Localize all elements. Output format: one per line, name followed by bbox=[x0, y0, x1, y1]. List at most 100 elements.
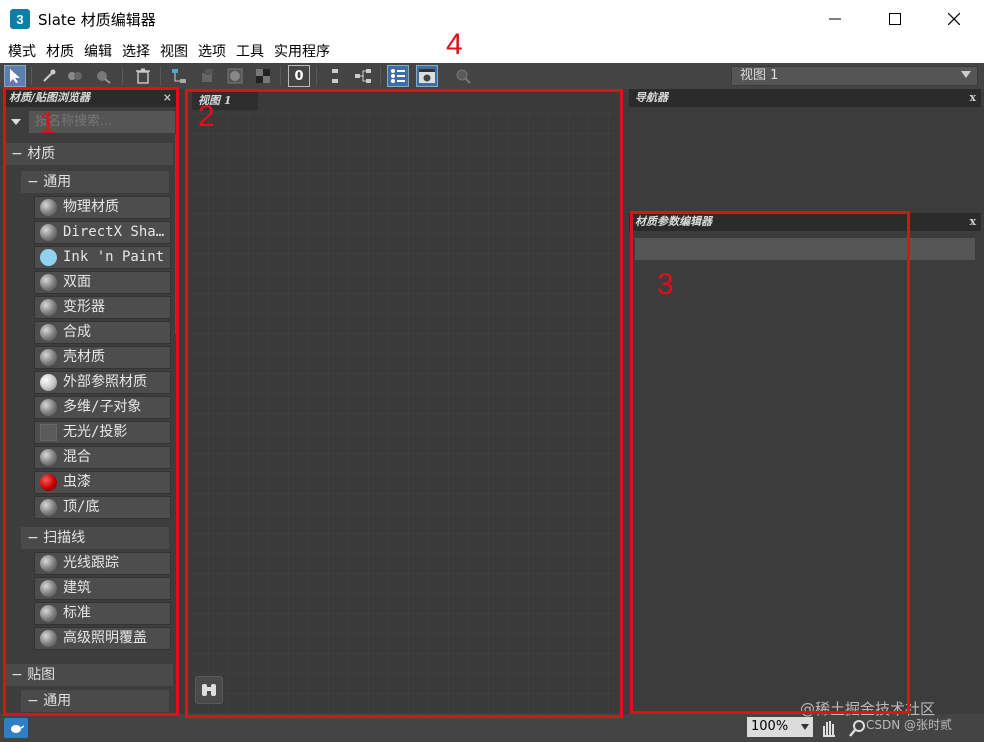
list-item-top-bottom[interactable]: 顶/底 bbox=[34, 496, 171, 519]
zoom-button[interactable] bbox=[848, 718, 868, 742]
list-item-matte-shadow[interactable]: 无光/投影 bbox=[34, 421, 171, 444]
item-label: 双面 bbox=[63, 274, 91, 290]
navigator-close-icon[interactable]: x bbox=[969, 89, 976, 107]
checker-background-icon bbox=[256, 69, 270, 83]
material-sphere-icon bbox=[40, 630, 57, 647]
material-sphere-icon bbox=[40, 349, 57, 366]
view-dropdown-value: 视图 1 bbox=[740, 68, 779, 83]
list-item-xref-material[interactable]: 外部参照材质 bbox=[34, 371, 171, 394]
maximize-icon bbox=[889, 13, 901, 25]
browser-close-icon[interactable]: × bbox=[163, 89, 172, 107]
pick-material-button[interactable] bbox=[92, 65, 114, 87]
window-title: Slate 材质编辑器 bbox=[38, 10, 156, 29]
list-item-advanced-lighting-override[interactable]: 高级照明覆盖 bbox=[34, 627, 171, 650]
pan-button[interactable] bbox=[820, 718, 838, 742]
layout-tree-icon bbox=[355, 69, 371, 83]
list-item-physical-material[interactable]: 物理材质 bbox=[34, 196, 171, 219]
menu-mode[interactable]: 模式 bbox=[4, 41, 40, 61]
layout-vertical-button[interactable] bbox=[324, 65, 346, 87]
list-item-blend[interactable]: 混合 bbox=[34, 446, 171, 469]
material-sphere-icon bbox=[40, 224, 57, 241]
item-label: 无光/投影 bbox=[63, 424, 128, 440]
material-sphere-icon bbox=[40, 399, 57, 416]
material-sphere-icon bbox=[40, 555, 57, 572]
select-by-material-button[interactable] bbox=[452, 65, 474, 87]
navigator-panel: 导航器 x bbox=[629, 89, 981, 209]
assign-material-icon bbox=[68, 72, 82, 80]
menu-options[interactable]: 选项 bbox=[194, 41, 230, 61]
navigator-binoculars-button[interactable] bbox=[195, 676, 223, 704]
zoom-dropdown[interactable]: 100% bbox=[747, 717, 813, 737]
list-item-shell-material[interactable]: 壳材质 bbox=[34, 346, 171, 369]
group-scanline[interactable]: − 扫描线 bbox=[21, 527, 169, 549]
show-shaded-button[interactable] bbox=[224, 65, 246, 87]
delete-button[interactable] bbox=[132, 65, 154, 87]
list-item-ink-n-paint[interactable]: Ink 'n Paint bbox=[34, 246, 171, 269]
minimize-button[interactable] bbox=[810, 0, 860, 38]
menu-view[interactable]: 视图 bbox=[156, 41, 192, 61]
teapot-icon[interactable] bbox=[4, 718, 28, 738]
chevron-down-icon bbox=[961, 71, 971, 78]
browser-title-bar: 材质/贴图浏览器 × bbox=[3, 89, 177, 107]
material-browser-toggle[interactable] bbox=[387, 65, 409, 87]
show-background-button[interactable] bbox=[252, 65, 274, 87]
hide-unused-icon bbox=[202, 69, 213, 82]
select-tool-button[interactable] bbox=[4, 65, 26, 87]
param-editor-title: 材质参数编辑器 bbox=[635, 215, 712, 228]
assign-material-button[interactable] bbox=[64, 65, 86, 87]
list-item-standard[interactable]: 标准 bbox=[34, 602, 171, 625]
param-editor-close-icon[interactable]: x bbox=[969, 213, 976, 231]
browser-search bbox=[5, 111, 175, 133]
material-sphere-icon bbox=[40, 274, 57, 291]
slate-material-editor-window: 3 Slate 材质编辑器 模式 材质 编辑 选择 视图 选项 工具 实用程序 bbox=[0, 0, 984, 742]
hide-unused-button[interactable] bbox=[196, 65, 218, 87]
view-dropdown[interactable]: 视图 1 bbox=[731, 66, 978, 86]
list-item-multi-sub-object[interactable]: 多维/子对象 bbox=[34, 396, 171, 419]
chevron-down-icon bbox=[801, 724, 809, 730]
param-editor-name-bar bbox=[635, 238, 975, 260]
param-editor-title-bar: 材质参数编辑器 x bbox=[629, 213, 981, 231]
group-label: 贴图 bbox=[27, 667, 56, 683]
annotation-4: 4 bbox=[446, 28, 463, 61]
param-editor-toggle[interactable] bbox=[416, 65, 438, 87]
material-sphere-icon bbox=[40, 299, 57, 316]
menu-material[interactable]: 材质 bbox=[42, 41, 78, 61]
item-label: 光线跟踪 bbox=[63, 555, 119, 571]
list-item-double-sided[interactable]: 双面 bbox=[34, 271, 171, 294]
eyedropper-button[interactable] bbox=[38, 65, 60, 87]
layout-children-button[interactable] bbox=[352, 65, 374, 87]
item-label: 高级照明覆盖 bbox=[63, 630, 147, 646]
group-materials[interactable]: − 材质 bbox=[5, 143, 173, 165]
annotation-1: 1 bbox=[39, 107, 56, 140]
eyedropper-icon bbox=[43, 69, 56, 82]
close-window-button[interactable] bbox=[929, 0, 979, 38]
group-general[interactable]: − 通用 bbox=[21, 171, 169, 193]
group-maps[interactable]: − 贴图 bbox=[5, 664, 173, 686]
select-by-material-icon bbox=[456, 69, 471, 84]
list-item-morpher[interactable]: 变形器 bbox=[34, 296, 171, 319]
title-bar: 3 Slate 材质编辑器 bbox=[0, 0, 984, 38]
list-item-raytrace[interactable]: 光线跟踪 bbox=[34, 552, 171, 575]
search-options-chevron-icon[interactable] bbox=[11, 119, 21, 125]
menu-tools[interactable]: 工具 bbox=[232, 41, 268, 61]
list-item-architectural[interactable]: 建筑 bbox=[34, 577, 171, 600]
menu-utilities[interactable]: 实用程序 bbox=[270, 41, 334, 61]
list-item-shellac[interactable]: 虫漆 bbox=[34, 471, 171, 494]
material-id-button[interactable]: 0 bbox=[288, 65, 310, 87]
zoom-value: 100% bbox=[751, 719, 789, 734]
item-label: 标准 bbox=[63, 605, 91, 621]
move-children-button[interactable] bbox=[168, 65, 190, 87]
maximize-button[interactable] bbox=[870, 0, 920, 38]
main-area: 材质/贴图浏览器 × − 材质 − 通用 物理材质 DirectX Sha… I… bbox=[0, 89, 984, 714]
material-sphere-icon bbox=[40, 605, 57, 622]
teapot-shape-icon bbox=[11, 725, 24, 733]
list-item-composite[interactable]: 合成 bbox=[34, 321, 171, 344]
list-item-directx-shader[interactable]: DirectX Sha… bbox=[34, 221, 171, 244]
menu-edit[interactable]: 编辑 bbox=[80, 41, 116, 61]
item-label: Ink 'n Paint bbox=[63, 249, 165, 265]
group-maps-general[interactable]: − 通用 bbox=[21, 690, 169, 712]
menu-select[interactable]: 选择 bbox=[118, 41, 154, 61]
pick-material-icon bbox=[97, 71, 111, 84]
node-canvas-grid[interactable] bbox=[188, 113, 622, 714]
browser-scrollbar[interactable] bbox=[175, 134, 179, 334]
